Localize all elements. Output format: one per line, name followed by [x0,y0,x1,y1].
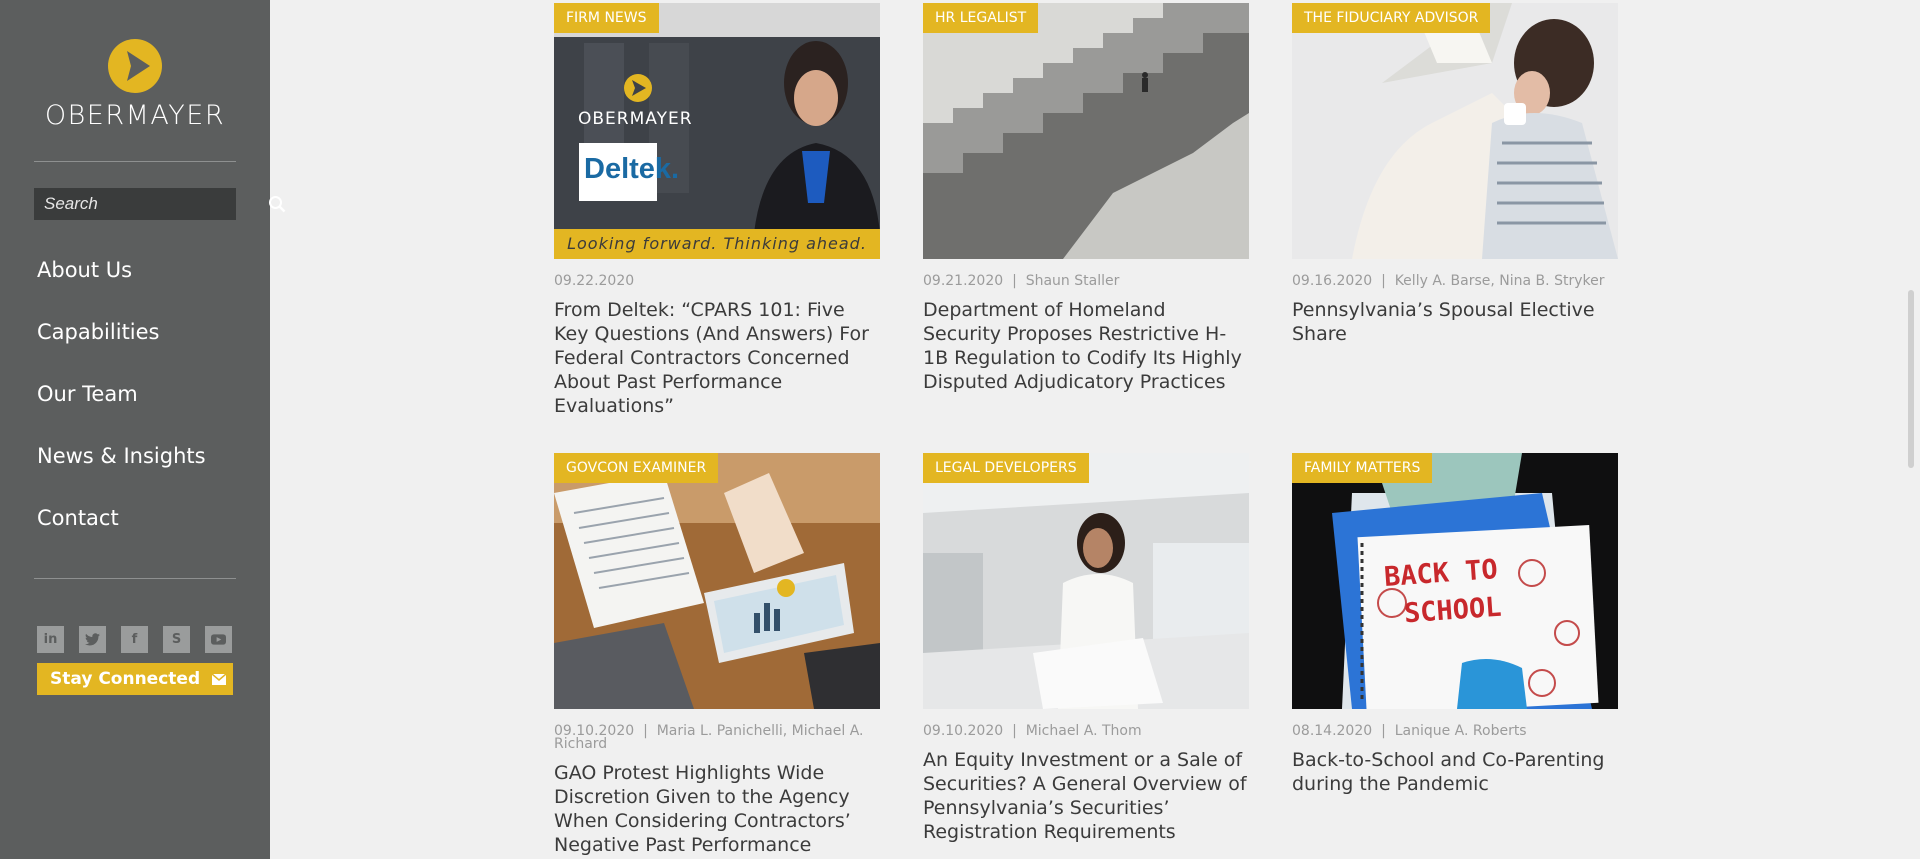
article-card[interactable]: GOVCON EXAMINER 09.10.2020 | Maria L. Pa… [554,453,880,857]
article-card[interactable]: BACK TO SCHOOL FAMILY MATTERS 08.14.2020… [1292,453,1618,796]
article-image[interactable]: GOVCON EXAMINER [554,453,880,709]
search-icon[interactable] [268,188,286,220]
category-tag[interactable]: GOVCON EXAMINER [554,453,719,483]
article-authors[interactable]: Michael A. Thom [1026,723,1142,739]
divider [34,578,236,579]
article-date: 09.21.2020 [923,273,1004,289]
main-nav: About Us Capabilities Our Team News & In… [37,252,206,562]
category-tag[interactable]: FAMILY MATTERS [1292,453,1433,483]
article-title[interactable]: An Equity Investment or a Sale of Securi… [923,748,1249,844]
youtube-icon[interactable] [205,626,232,653]
article-image-graphic [554,453,880,709]
article-date: 09.10.2020 [923,723,1004,739]
category-tag[interactable]: HR LEGALIST [923,3,1039,33]
category-tag[interactable]: LEGAL DEVELOPERS [923,453,1089,483]
article-title[interactable]: Department of Homeland Security Proposes… [923,298,1249,394]
article-image[interactable]: BACK TO SCHOOL FAMILY MATTERS [1292,453,1618,709]
image-brand-text: Deltek. [584,153,680,185]
nav-about-us[interactable]: About Us [37,252,206,314]
search-box [34,188,286,220]
facebook-icon[interactable]: f [121,626,148,653]
article-title[interactable]: Pennsylvania’s Spousal Elective Share [1292,298,1618,346]
article-meta: 09.16.2020 | Kelly A. Barse, Nina B. Str… [1292,273,1605,289]
twitter-icon[interactable] [79,626,106,653]
article-title[interactable]: GAO Protest Highlights Wide Discretion G… [554,761,880,857]
article-meta: 09.10.2020 | Michael A. Thom [923,723,1142,739]
article-card[interactable]: LEGAL DEVELOPERS 09.10.2020 | Michael A.… [923,453,1249,844]
scrollbar-thumb[interactable] [1908,290,1914,468]
article-authors[interactable]: Lanique A. Roberts [1395,723,1527,739]
article-meta: 08.14.2020 | Lanique A. Roberts [1292,723,1527,739]
article-card[interactable]: HR LEGALIST 09.21.2020 | Shaun Staller D… [923,3,1249,394]
category-tag[interactable]: THE FIDUCIARY ADVISOR [1292,3,1491,33]
envelope-icon [212,673,227,685]
nav-capabilities[interactable]: Capabilities [37,314,206,376]
search-input[interactable] [34,188,268,220]
linkedin-icon[interactable]: in [37,626,64,653]
article-title[interactable]: From Deltek: “CPARS 101: Five Key Questi… [554,298,880,418]
stay-connected-button[interactable]: Stay Connected [37,663,233,695]
page-scrollbar[interactable] [1902,0,1920,859]
social-links: in f S [37,626,232,653]
article-image-graphic [1292,3,1618,259]
nav-our-team[interactable]: Our Team [37,376,206,438]
article-image[interactable]: LEGAL DEVELOPERS [923,453,1249,709]
article-date: 08.14.2020 [1292,723,1373,739]
site-logo[interactable]: OBERMAYER [0,38,270,131]
article-card[interactable]: THE FIDUCIARY ADVISOR 09.16.2020 | Kelly… [1292,3,1618,346]
article-image-graphic [554,3,880,259]
sidebar: OBERMAYER About Us Capabilities Our Team… [0,0,286,859]
article-authors[interactable]: Shaun Staller [1026,273,1120,289]
article-image-graphic [923,453,1249,709]
article-image[interactable]: OBERMAYER Deltek. Looking forward. Think… [554,3,880,259]
article-image[interactable]: THE FIDUCIARY ADVISOR [1292,3,1618,259]
stay-connected-label: Stay Connected [50,669,201,689]
article-date: 09.22.2020 [554,273,635,289]
divider [34,161,236,162]
article-date: 09.16.2020 [1292,273,1373,289]
s-icon[interactable]: S [163,626,190,653]
article-meta: 09.22.2020 [554,273,880,289]
article-image[interactable]: HR LEGALIST [923,3,1249,259]
article-meta: 09.10.2020 | Maria L. Panichelli, Michae… [554,723,864,752]
nav-news-insights[interactable]: News & Insights [37,438,206,500]
logo-mark-icon [108,39,162,93]
article-meta: 09.21.2020 | Shaun Staller [923,273,1120,289]
nav-contact[interactable]: Contact [37,500,206,562]
article-card[interactable]: OBERMAYER Deltek. Looking forward. Think… [554,3,880,418]
logo-text: OBERMAYER [44,100,226,131]
category-tag[interactable]: FIRM NEWS [554,3,659,33]
image-logo-text: OBERMAYER [578,109,693,129]
article-title[interactable]: Back-to-School and Co-Parenting during t… [1292,748,1618,796]
article-image-graphic [923,3,1249,259]
image-caption: Looking forward. Thinking ahead. [567,234,867,253]
article-authors[interactable]: Kelly A. Barse, Nina B. Stryker [1395,273,1605,289]
